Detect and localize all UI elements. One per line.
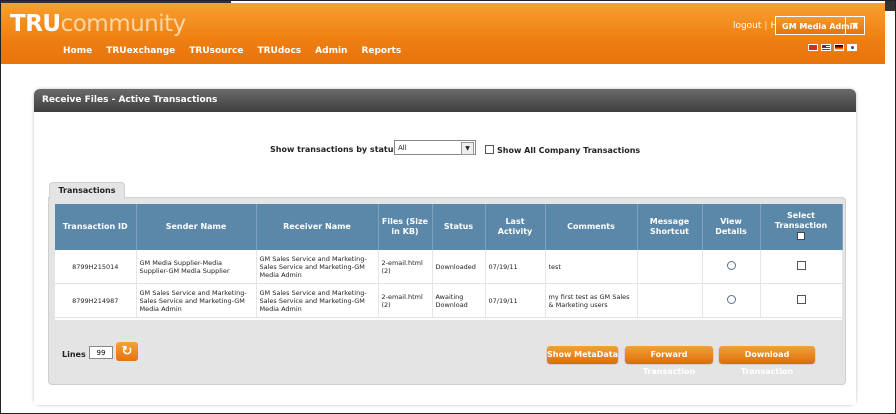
scrollbar[interactable]: [885, 1, 895, 413]
col-sender-name: Sender Name: [136, 204, 257, 250]
scrollbar-thumb[interactable]: [885, 1, 895, 11]
browser-frame: TRUcommunity Home TRUexchange TRUsource …: [0, 0, 896, 414]
nav-trusource[interactable]: TRUsource: [189, 46, 243, 56]
col-view-details: View Details: [702, 204, 761, 250]
select-transaction-label: Select Transaction: [774, 211, 828, 230]
logo-light: community: [60, 11, 187, 37]
cell-message-shortcut: [637, 283, 703, 318]
cell-sender: GM Sales Service and Marketing-Sales Ser…: [136, 283, 257, 318]
nav-reports[interactable]: Reports: [361, 46, 401, 56]
download-transaction-button[interactable]: Download Transaction: [719, 346, 815, 376]
status-filter-label: Show transactions by status :: [270, 145, 405, 154]
cell-files[interactable]: 2-email.html (2): [378, 250, 433, 284]
lines-input[interactable]: 99: [89, 346, 113, 359]
cell-status: Awaiting Download: [432, 283, 486, 318]
nav-truexchange[interactable]: TRUexchange: [106, 46, 175, 56]
forward-transaction-button[interactable]: Forward Transaction: [625, 346, 713, 376]
select-transaction-checkbox[interactable]: [796, 261, 806, 270]
col-last-activity: Last Activity: [485, 204, 546, 250]
cell-transaction-id: 8799H215014: [55, 250, 137, 284]
cell-status: Downloaded: [432, 250, 486, 284]
col-files: Files (Size in KB): [378, 204, 433, 250]
main-nav: Home TRUexchange TRUsource TRUdocs Admin…: [63, 46, 401, 56]
usa-flag-icon[interactable]: [821, 44, 831, 51]
cell-select: [760, 283, 843, 318]
col-receiver-name: Receiver Name: [256, 204, 379, 250]
cell-view-details: [702, 283, 761, 318]
nav-trudocs[interactable]: TRUdocs: [257, 46, 301, 56]
status-filter-value: All: [398, 144, 407, 152]
chevron-down-icon: ▼: [461, 142, 474, 155]
transactions-table: Transaction ID Sender Name Receiver Name…: [55, 204, 843, 318]
cell-receiver: GM Sales Service and Marketing-Sales Ser…: [256, 250, 379, 284]
nav-admin[interactable]: Admin: [315, 46, 347, 56]
cell-comments: my first test as GM Sales & Marketing us…: [545, 283, 638, 318]
logout-link[interactable]: logout: [733, 21, 761, 31]
tab-transactions[interactable]: Transactions: [49, 182, 125, 199]
cell-view-details: [702, 250, 761, 284]
cell-last-activity: 07/19/11: [485, 283, 546, 318]
logo[interactable]: TRUcommunity: [10, 11, 186, 37]
nav-home[interactable]: Home: [63, 46, 92, 56]
show-all-checkbox[interactable]: [485, 145, 494, 154]
lines-label: Lines :: [62, 350, 92, 359]
col-status: Status: [432, 204, 486, 250]
show-all-label: Show All Company Transactions: [497, 146, 641, 155]
cell-files[interactable]: 2-email.html (2): [378, 283, 433, 318]
table-header-row: Transaction ID Sender Name Receiver Name…: [55, 204, 843, 250]
logo-bold: TRU: [10, 11, 61, 37]
cell-sender: GM Media Supplier-Media Supplier-GM Medi…: [136, 250, 257, 284]
table-row[interactable]: 8799H215014 GM Media Supplier-Media Supp…: [55, 250, 843, 284]
chevron-down-icon: ▼: [845, 17, 864, 34]
select-transaction-checkbox[interactable]: [796, 295, 806, 304]
select-all-checkbox[interactable]: [797, 232, 805, 240]
cell-receiver: GM Sales Service and Marketing-Sales Ser…: [256, 283, 379, 318]
view-details-radio[interactable]: [726, 261, 736, 270]
col-transaction-id: Transaction ID: [55, 204, 137, 250]
site-header: TRUcommunity Home TRUexchange TRUsource …: [1, 3, 895, 64]
col-comments: Comments: [545, 204, 638, 250]
show-metadata-button[interactable]: Show MetaData: [547, 346, 618, 363]
cell-transaction-id: 8799H214987: [55, 283, 137, 318]
cell-message-shortcut: [637, 250, 703, 284]
cell-last-activity: 07/19/11: [485, 250, 546, 284]
view-details-radio[interactable]: [726, 295, 736, 304]
cell-select: [760, 250, 843, 284]
china-flag-icon[interactable]: [808, 44, 818, 51]
col-message-shortcut: Message Shortcut: [637, 204, 703, 250]
language-flags: [808, 44, 857, 51]
germany-flag-icon[interactable]: [834, 44, 844, 51]
table-row[interactable]: 8799H214987 GM Sales Service and Marketi…: [55, 283, 843, 318]
user-menu-button[interactable]: GM Media Admin ▼: [775, 16, 865, 35]
transactions-table-wrap: Transaction ID Sender Name Receiver Name…: [55, 204, 843, 320]
refresh-icon[interactable]: ↻: [116, 342, 138, 361]
korea-flag-icon[interactable]: [847, 44, 857, 51]
panel-title: Receive Files - Active Transactions: [34, 89, 856, 112]
cell-comments: test: [545, 250, 638, 284]
status-filter-select[interactable]: All ▼: [394, 140, 476, 155]
col-select-transaction: Select Transaction: [760, 204, 843, 250]
